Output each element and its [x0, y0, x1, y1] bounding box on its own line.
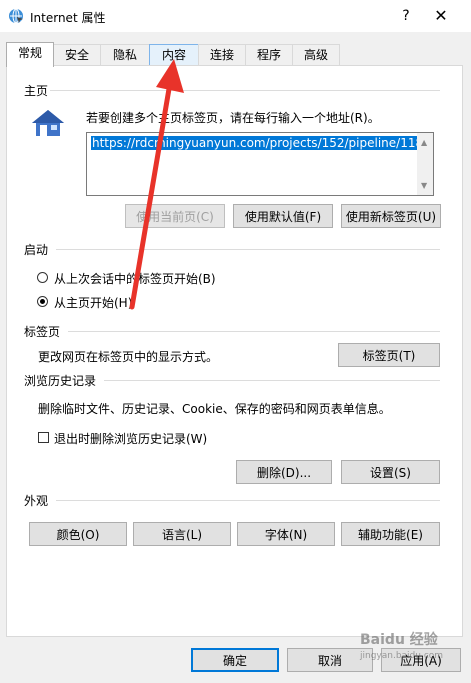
use-new-tab-button[interactable]: 使用新标签页(U): [341, 204, 441, 228]
homepage-section-title: 主页: [24, 84, 49, 98]
tab-advanced[interactable]: 高级: [292, 44, 340, 65]
help-button[interactable]: ?: [396, 6, 416, 26]
tab-security[interactable]: 安全: [53, 44, 101, 65]
tab-programs[interactable]: 程序: [245, 44, 293, 65]
annotation-arrow: [129, 59, 184, 310]
tab-connections[interactable]: 连接: [198, 44, 246, 65]
accessibility-button[interactable]: 辅助功能(E): [341, 522, 440, 546]
languages-button[interactable]: 语言(L): [133, 522, 231, 546]
tab-general[interactable]: 常规: [6, 42, 54, 67]
ok-button[interactable]: 确定: [191, 648, 279, 672]
baidu-watermark: Baidu 经验 jingyan.baidu.com: [350, 625, 465, 675]
tabs-description: 更改网页在标签页中的显示方式。: [38, 350, 219, 364]
homepage-divider: [50, 90, 440, 91]
colors-button[interactable]: 颜色(O): [29, 522, 127, 546]
internet-options-icon: [9, 8, 23, 24]
delete-history-button[interactable]: 删除(D)...: [236, 460, 332, 484]
radio-last-session[interactable]: [37, 272, 48, 283]
scroll-down-icon[interactable]: ▼: [421, 181, 427, 190]
delete-on-exit-label[interactable]: 退出时删除浏览历史记录(W): [54, 430, 207, 447]
tabs-section-title: 标签页: [24, 325, 61, 339]
url-scrollbar[interactable]: ▲ ▼: [417, 133, 433, 195]
radio-homepage[interactable]: [37, 296, 48, 307]
window-title: Internet 属性: [30, 11, 106, 25]
close-button[interactable]: ✕: [430, 6, 452, 26]
watermark-subtext: jingyan.baidu.com: [360, 651, 444, 661]
home-icon: [32, 110, 64, 136]
history-section-title: 浏览历史记录: [24, 374, 97, 388]
fonts-button[interactable]: 字体(N): [237, 522, 335, 546]
history-description: 删除临时文件、历史记录、Cookie、保存的密码和网页表单信息。: [38, 402, 391, 416]
scroll-up-icon[interactable]: ▲: [421, 138, 427, 147]
history-settings-button[interactable]: 设置(S): [341, 460, 440, 484]
startup-section-title: 启动: [24, 243, 49, 257]
appearance-divider: [56, 500, 440, 501]
delete-on-exit-checkbox[interactable]: [38, 432, 49, 443]
history-divider: [104, 380, 440, 381]
appearance-section-title: 外观: [24, 494, 49, 508]
tabs-divider: [68, 331, 440, 332]
use-default-button[interactable]: 使用默认值(F): [233, 204, 333, 228]
watermark-text: Baidu 经验: [360, 632, 438, 648]
tabs-settings-button[interactable]: 标签页(T): [338, 343, 440, 367]
